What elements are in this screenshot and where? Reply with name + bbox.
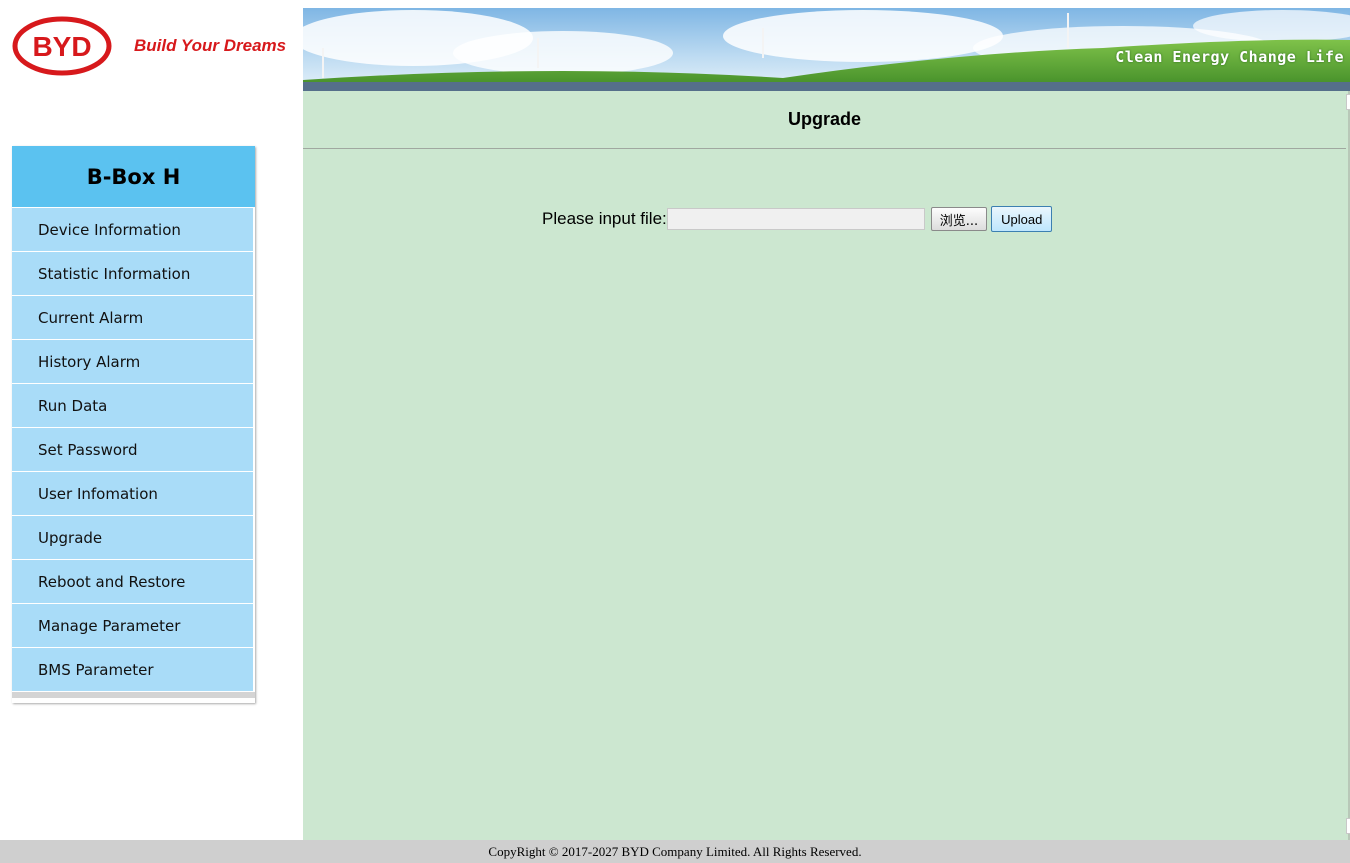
- file-input-label: Please input file:: [542, 209, 667, 228]
- byd-logo-icon: BYD: [12, 16, 112, 76]
- sidebar-nav: B-Box H Device Information Statistic Inf…: [12, 146, 255, 703]
- sidebar-item-statistic-information[interactable]: Statistic Information: [12, 252, 253, 296]
- frame-edge-marker: [1346, 94, 1350, 110]
- device-title: B-Box H: [12, 146, 255, 208]
- sidebar-item-bms-parameter[interactable]: BMS Parameter: [12, 648, 253, 692]
- header-banner: Clean Energy Change Life: [303, 8, 1350, 91]
- sidebar-item-history-alarm[interactable]: History Alarm: [12, 340, 253, 384]
- sidebar-item-current-alarm[interactable]: Current Alarm: [12, 296, 253, 340]
- frame-edge-marker: [1346, 818, 1350, 834]
- footer-copyright: CopyRight © 2017-2027 BYD Company Limite…: [0, 840, 1350, 863]
- browse-button[interactable]: 浏览...: [930, 207, 988, 231]
- brand-tagline: Build Your Dreams: [134, 36, 287, 55]
- sidebar-item-run-data[interactable]: Run Data: [12, 384, 253, 428]
- upload-form: Please input file: 浏览... Upload: [542, 206, 1053, 232]
- sidebar-bottom-border: [12, 692, 255, 698]
- svg-text:BYD: BYD: [32, 31, 91, 62]
- sidebar-item-reboot-and-restore[interactable]: Reboot and Restore: [12, 560, 253, 604]
- page-title: Upgrade: [303, 91, 1346, 149]
- banner-slogan: Clean Energy Change Life: [1115, 48, 1344, 66]
- brand-logo: BYD Build Your Dreams: [12, 12, 302, 82]
- sidebar-item-set-password[interactable]: Set Password: [12, 428, 253, 472]
- sidebar-item-device-information[interactable]: Device Information: [12, 208, 253, 252]
- main-content: Upgrade Please input file: 浏览... Upload: [303, 91, 1350, 840]
- sidebar-item-upgrade[interactable]: Upgrade: [12, 516, 253, 560]
- upload-button[interactable]: Upload: [991, 206, 1053, 232]
- sidebar-item-manage-parameter[interactable]: Manage Parameter: [12, 604, 253, 648]
- file-path-input[interactable]: [666, 208, 925, 230]
- sidebar-item-user-information[interactable]: User Infomation: [12, 472, 253, 516]
